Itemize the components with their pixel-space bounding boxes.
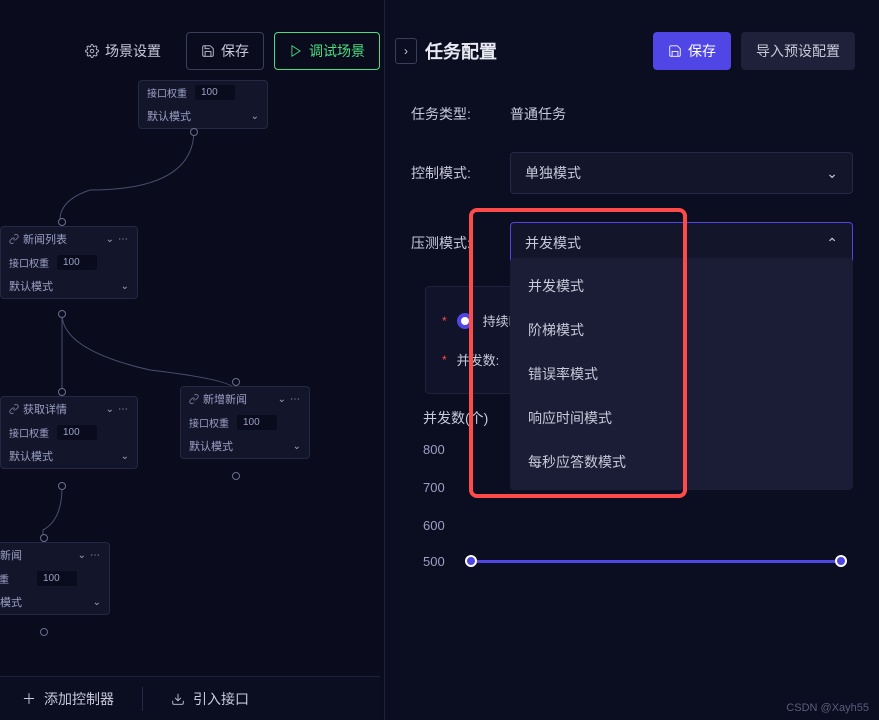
more-icon[interactable]: ⋯ (118, 404, 129, 415)
mode-label: 默认模式 (147, 108, 191, 124)
y-tick: 800 (423, 442, 445, 457)
scene-settings-label: 场景设置 (105, 41, 161, 61)
dropdown-option[interactable]: 阶梯模式 (510, 308, 853, 352)
import-preset-label: 导入预设配置 (756, 41, 840, 61)
debug-scene-label: 调试场景 (309, 41, 365, 61)
flow-canvas[interactable]: 接口权重 100 默认模式 ⌄ 新闻列表 ⌄⋯ 接口权重 100 默认模式 ⌄ … (0, 70, 380, 690)
task-config-panel: › 任务配置 保存 导入预设配置 任务类型: 普通任务 控制模式: 单独模式 ⌄… (384, 0, 879, 720)
required-marker: * (442, 314, 447, 328)
play-icon (289, 44, 303, 58)
scene-toolbar: 场景设置 保存 调试场景 (70, 32, 380, 70)
flow-node-getdetail[interactable]: 获取详情 ⌄⋯ 接口权重 100 默认模式 ⌄ (0, 396, 138, 469)
chevron-down-icon: ⌄ (826, 165, 838, 182)
import-interface-button[interactable]: 引入接口 (159, 683, 261, 715)
chevron-down-icon[interactable]: ⌄ (293, 441, 301, 452)
weight-value[interactable]: 100 (57, 255, 97, 270)
chevron-up-icon: ⌃ (826, 235, 838, 252)
y-tick: 500 (423, 554, 445, 569)
chevron-down-icon[interactable]: ⌄ (121, 451, 129, 462)
divider (142, 687, 143, 711)
panel-save-button[interactable]: 保存 (653, 32, 731, 70)
chevron-down-icon[interactable]: ⌄ (106, 234, 114, 245)
add-controller-button[interactable]: ＋ 添加控制器 (10, 683, 126, 715)
more-icon[interactable]: ⋯ (90, 550, 101, 561)
weight-value[interactable]: 100 (57, 425, 97, 440)
chevron-down-icon[interactable]: ⌄ (251, 111, 259, 122)
y-tick: 600 (423, 518, 445, 533)
import-preset-button[interactable]: 导入预设配置 (741, 32, 855, 70)
task-type-label: 任务类型: (411, 104, 486, 124)
chevron-down-icon[interactable]: ⌄ (278, 394, 286, 405)
plus-icon: ＋ (22, 689, 36, 709)
dropdown-option[interactable]: 错误率模式 (510, 352, 853, 396)
weight-label: 接口权重 (9, 255, 49, 270)
weight-label: 接口权重 (147, 85, 187, 100)
slider-track[interactable] (465, 560, 847, 563)
mode-label: 默认模式 (9, 448, 53, 464)
panel-save-label: 保存 (688, 41, 716, 61)
import-interface-label: 引入接口 (193, 689, 249, 709)
concurrency-label: 并发数: (457, 350, 500, 369)
test-mode-dropdown: 并发模式 阶梯模式 错误率模式 响应时间模式 每秒应答数模式 (510, 258, 853, 490)
debug-scene-button[interactable]: 调试场景 (274, 32, 380, 70)
panel-title: 任务配置 (425, 38, 497, 64)
flow-node-comment[interactable]: 论新闻 ⌄⋯ 权重 100 认模式 ⌄ (0, 542, 110, 615)
scene-settings-button[interactable]: 场景设置 (70, 32, 176, 70)
weight-value[interactable]: 100 (37, 571, 77, 586)
watermark: CSDN @Xayh55 (786, 702, 869, 714)
dropdown-option[interactable]: 响应时间模式 (510, 396, 853, 440)
bottom-toolbar: ＋ 添加控制器 引入接口 (0, 676, 380, 720)
save-icon (668, 44, 682, 58)
save-button[interactable]: 保存 (186, 32, 264, 70)
chevron-down-icon[interactable]: ⌄ (106, 404, 114, 415)
weight-label: 接口权重 (9, 425, 49, 440)
flow-node-newslist[interactable]: 新闻列表 ⌄⋯ 接口权重 100 默认模式 ⌄ (0, 226, 138, 299)
control-mode-value: 单独模式 (525, 163, 581, 183)
mode-label: 默认模式 (189, 438, 233, 454)
slider-thumb-end[interactable] (835, 555, 847, 567)
link-icon (189, 394, 199, 404)
chevron-down-icon[interactable]: ⌄ (93, 597, 101, 608)
add-controller-label: 添加控制器 (44, 689, 114, 709)
weight-value[interactable]: 100 (195, 85, 235, 100)
save-icon (201, 44, 215, 58)
flow-node[interactable]: 接口权重 100 默认模式 ⌄ (138, 80, 268, 129)
dropdown-option[interactable]: 并发模式 (510, 264, 853, 308)
flow-node-addnews[interactable]: 新增新闻 ⌄⋯ 接口权重 100 默认模式 ⌄ (180, 386, 310, 459)
control-mode-label: 控制模式: (411, 163, 486, 183)
chevron-right-icon: › (404, 44, 408, 58)
slider-thumb-start[interactable] (465, 555, 477, 567)
test-mode-value: 并发模式 (525, 233, 581, 253)
gear-icon (85, 44, 99, 58)
link-icon (9, 404, 19, 414)
dropdown-option[interactable]: 每秒应答数模式 (510, 440, 853, 484)
chevron-down-icon[interactable]: ⌄ (121, 281, 129, 292)
save-label: 保存 (221, 41, 249, 61)
weight-value[interactable]: 100 (237, 415, 277, 430)
more-icon[interactable]: ⋯ (118, 234, 129, 245)
more-icon[interactable]: ⋯ (290, 394, 301, 405)
y-tick: 700 (423, 480, 445, 495)
test-mode-label: 压测模式: (411, 233, 486, 253)
required-marker: * (442, 353, 447, 367)
link-icon (9, 234, 19, 244)
weight-label: 权重 (0, 571, 29, 586)
weight-label: 接口权重 (189, 415, 229, 430)
mode-label: 默认模式 (9, 278, 53, 294)
chevron-down-icon[interactable]: ⌄ (78, 550, 86, 561)
collapse-panel-button[interactable]: › (395, 38, 417, 64)
duration-radio[interactable] (457, 313, 473, 329)
download-icon (171, 692, 185, 706)
task-type-value: 普通任务 (510, 104, 566, 124)
control-mode-select[interactable]: 单独模式 ⌄ (510, 152, 853, 194)
mode-label: 认模式 (0, 594, 22, 610)
